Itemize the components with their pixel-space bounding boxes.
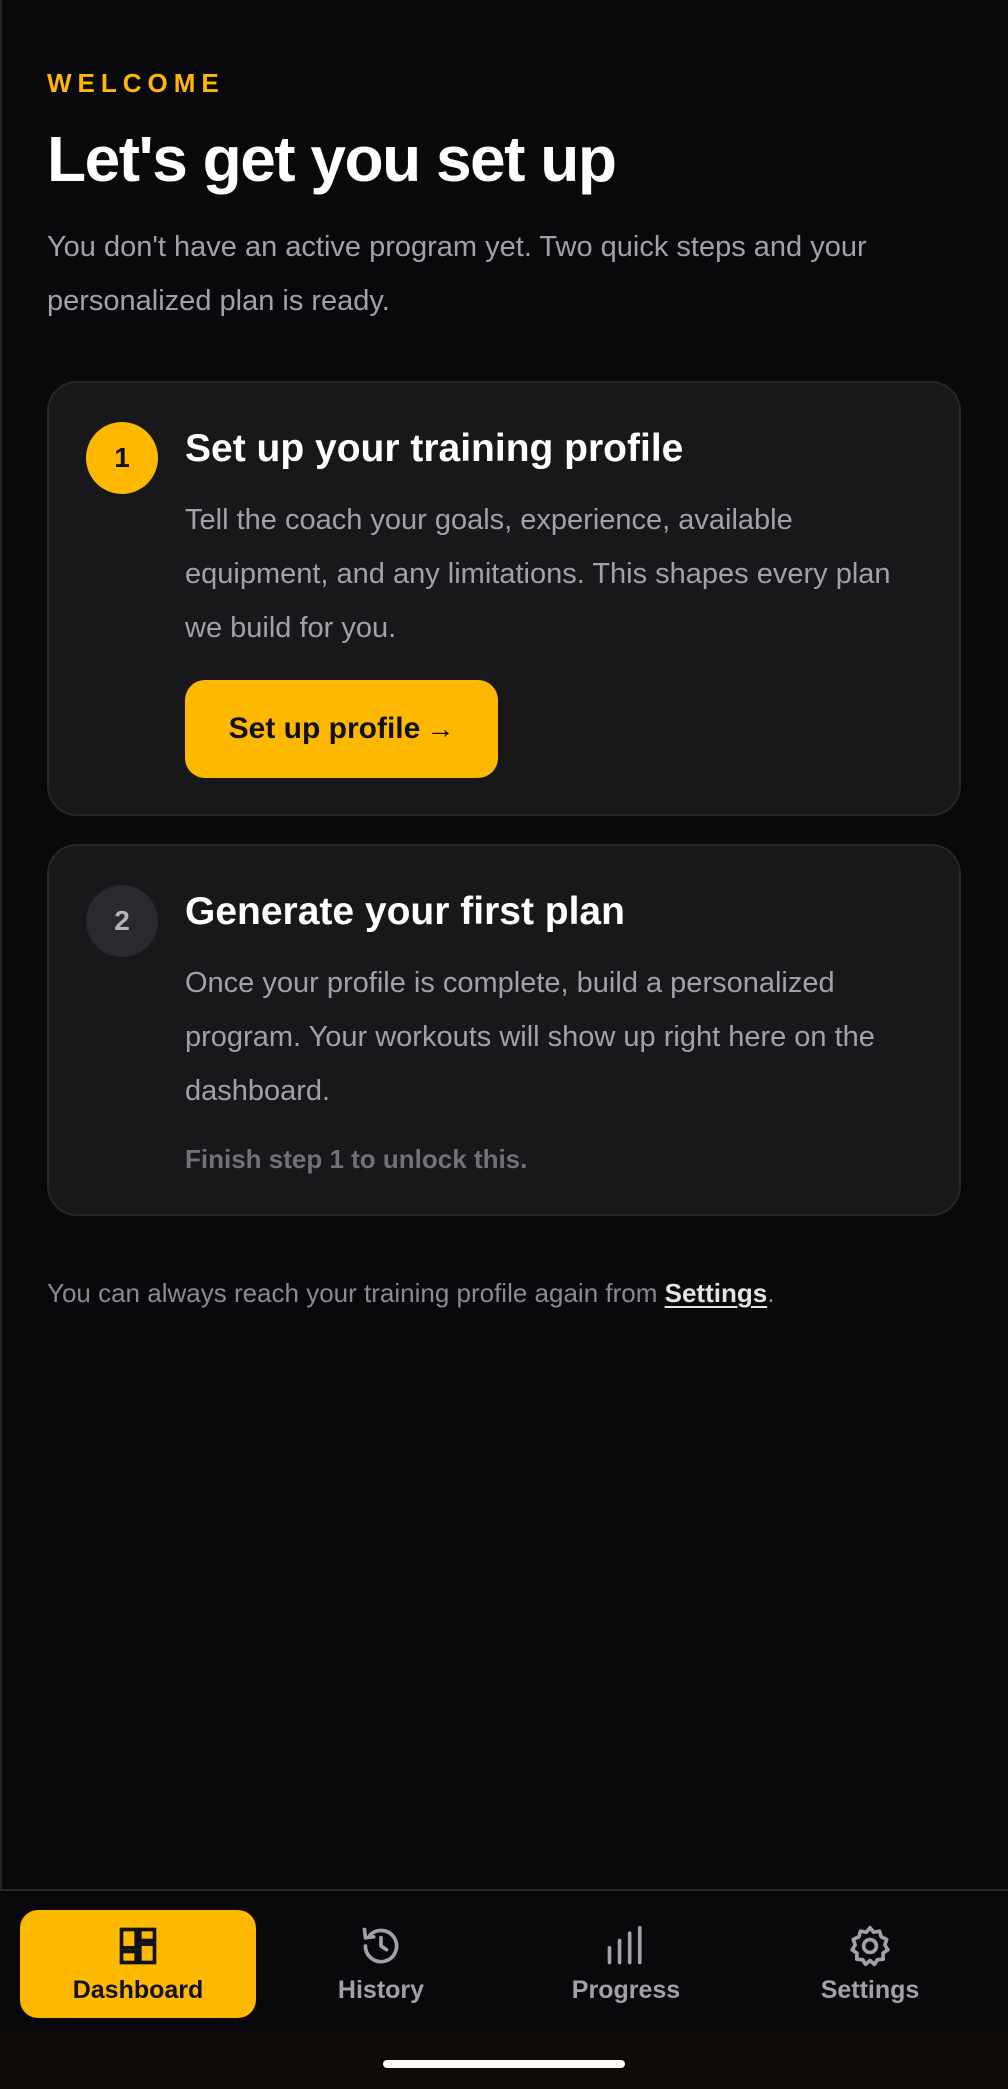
nav-label: History xyxy=(337,1975,425,2004)
eyebrow-label: WELCOME xyxy=(47,68,225,98)
nav-label: Progress xyxy=(571,1975,681,2004)
nav-label: Dashboard xyxy=(72,1975,204,2004)
history-icon xyxy=(362,1927,399,1963)
step-card-generate-plan: 2 Generate your first plan Once your pro… xyxy=(47,844,961,1216)
step-number-badge: 1 xyxy=(86,422,158,494)
dashboard-icon xyxy=(119,1927,157,1964)
bottom-navigation: Dashboard History Progress Settings xyxy=(0,1889,1008,2033)
gear-icon xyxy=(850,1925,890,1966)
locked-note: Finish step 1 to unlock this. xyxy=(185,1144,528,1174)
set-up-profile-label: Set up profile xyxy=(228,712,421,745)
dashboard-screen: WELCOME Let's get you set up You don't h… xyxy=(0,0,1008,2033)
settings-link[interactable]: Settings xyxy=(665,1278,768,1308)
step-number-badge: 2 xyxy=(86,885,158,957)
settings-footnote: You can always reach your training profi… xyxy=(47,1278,774,1309)
step-description: Once your profile is complete, build a p… xyxy=(185,967,875,1107)
arrow-right-icon: → xyxy=(426,713,455,744)
step-description: Tell the coach your goals, experience, a… xyxy=(185,504,891,644)
step-title: Set up your training profile xyxy=(185,427,684,470)
home-indicator[interactable] xyxy=(383,2060,625,2068)
bar-chart-icon xyxy=(607,1925,642,1964)
nav-item-dashboard[interactable]: Dashboard xyxy=(20,1910,256,2018)
nav-item-history[interactable]: History xyxy=(263,1910,499,2018)
nav-item-progress[interactable]: Progress xyxy=(508,1910,744,2018)
nav-item-settings[interactable]: Settings xyxy=(752,1910,988,2018)
page-title: Let's get you set up xyxy=(47,123,617,195)
set-up-profile-button[interactable]: Set up profile → xyxy=(185,680,498,778)
intro-text: You don't have an active program yet. Tw… xyxy=(47,231,867,317)
footnote-period: . xyxy=(767,1278,775,1308)
system-gesture-bar xyxy=(0,2033,1008,2089)
step-title: Generate your first plan xyxy=(185,890,625,933)
step-card-profile: 1 Set up your training profile Tell the … xyxy=(47,381,961,816)
nav-label: Settings xyxy=(820,1975,920,2004)
footnote-text: You can always reach your training profi… xyxy=(47,1278,665,1308)
